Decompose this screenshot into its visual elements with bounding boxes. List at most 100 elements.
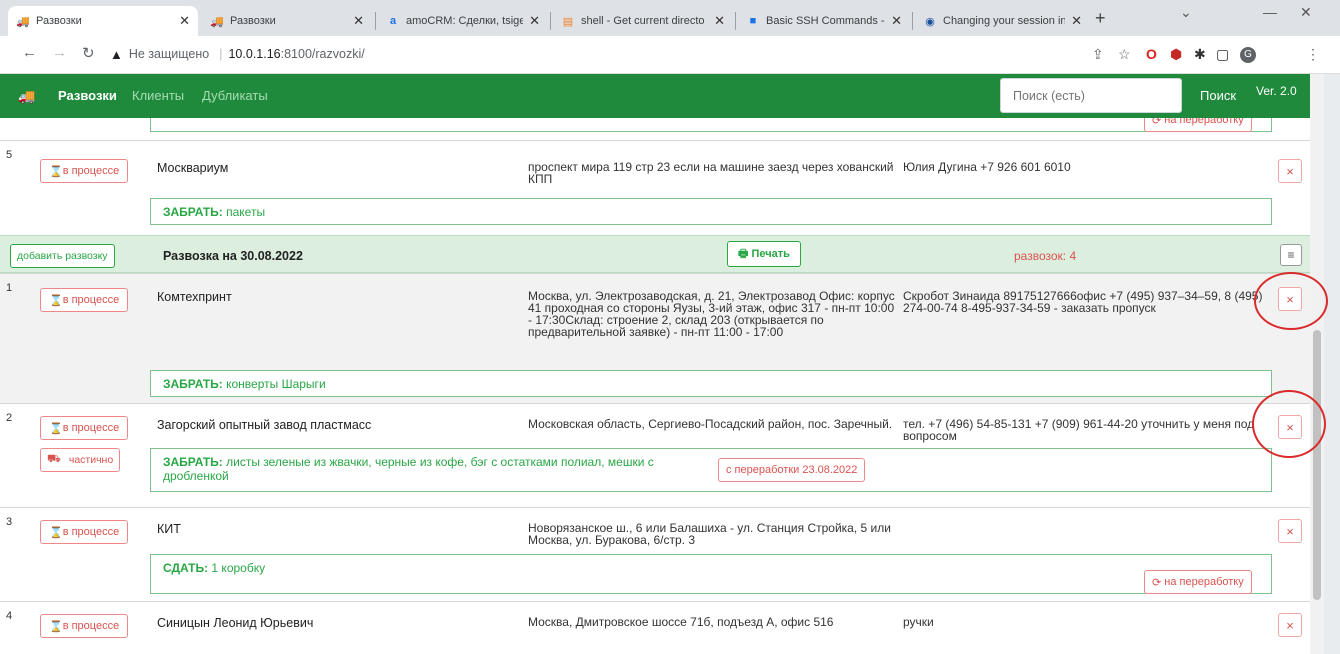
forward-arrow-icon[interactable]: → [52,44,67,61]
nav-brand[interactable]: Развозки [58,88,117,103]
url-host: 10.0.1.16 [228,47,281,61]
tab-title: Changing your session in [943,15,1066,27]
client-name: Москвариум [157,161,229,175]
side-panel-icon[interactable]: ▢ [1216,46,1229,63]
client-contact: Юлия Дугина +7 926 601 6010 [903,160,1071,174]
bookmark-star-icon[interactable]: ☆ [1118,46,1131,63]
delete-button[interactable]: × [1278,159,1302,183]
browser-tab-bar: 🚚 Развозки ✕ 🚚 Развозки ✕ a amoCRM: Сдел… [0,0,1340,36]
client-name: Загорский опытный завод пластмасс [157,418,372,432]
new-tab-icon[interactable]: + [1095,8,1106,29]
opera-extension-icon[interactable]: O [1146,46,1157,62]
back-arrow-icon[interactable]: ← [22,44,37,61]
status-in-progress-button[interactable]: ⌛ в процессе [40,614,129,638]
hourglass-icon: ⌛ [49,526,63,539]
version-label: Ver. 2.0 [1256,84,1297,98]
client-contact: тел. +7 (496) 54-85-131 +7 (909) 961-44-… [903,417,1255,443]
minimize-icon[interactable]: — [1263,4,1277,20]
share-icon[interactable]: ⇪ [1092,46,1104,63]
partial-button[interactable]: ⛟ частично [40,448,121,472]
address-separator: | [219,47,223,61]
rework-button[interactable]: ⟳ на переработку [1144,118,1252,132]
partial-label: частично [68,454,114,466]
client-address: Москва, Дмитровское шоссе 71б, подъезд А… [528,615,834,629]
pick-label: ЗАБРАТЬ: [163,455,223,469]
pick-text: пакеты [226,205,266,219]
status-in-progress-button[interactable]: ⌛ в процессе [40,159,129,183]
close-tab-icon[interactable]: ✕ [529,13,540,29]
close-tab-icon[interactable]: ✕ [1071,13,1082,29]
pick-text: 1 коробку [211,561,266,575]
group-menu-button[interactable]: ≡ [1280,244,1302,266]
delete-button[interactable]: × [1278,613,1302,637]
pick-box: ЗАБРАТЬ: листы зеленые из жвачки, черные… [150,448,1272,492]
status-label: в процессе [62,526,120,538]
row-index: 2 [6,412,13,424]
status-in-progress-button[interactable]: ⌛ в процессе [40,416,129,440]
search-input[interactable] [1000,78,1182,113]
print-icon: 🖶 [738,247,749,260]
hamburger-icon: ≡ [1287,248,1295,262]
status-in-progress-button[interactable]: ⌛ в процессе [40,288,129,312]
status-label: в процессе [62,165,120,177]
truck-logo-icon: 🚚 [18,88,36,104]
hourglass-icon: ⌛ [49,620,63,633]
reload-icon[interactable]: ↻ [82,44,95,62]
extensions-puzzle-icon[interactable]: ✱ [1194,46,1206,63]
truck-icon: 🚚 [16,15,30,28]
scrollbar-thumb[interactable] [1313,330,1321,600]
hourglass-icon: ⌛ [49,165,63,178]
print-button[interactable]: 🖶 Печать [727,241,801,267]
row-index: 1 [6,282,13,294]
nav-link-clients[interactable]: Клиенты [132,88,184,103]
ssh-site-icon: ■ [749,15,757,27]
pick-box: ЗАБРАТЬ: конверты Шарыги [150,370,1272,397]
browser-tab-razvozki-2[interactable]: 🚚 Развозки ✕ [202,6,372,36]
pick-label: ЗАБРАТЬ: [163,205,223,219]
group-title: Развозка на 30.08.2022 [163,249,303,263]
browser-tab-amocrm[interactable]: a amoCRM: Сделки, tsigel ✕ [378,6,548,36]
adblock-extension-icon[interactable]: ⬢ [1170,46,1182,63]
close-window-icon[interactable]: ✕ [1300,4,1312,21]
address-bar[interactable]: ▲ Не защищено | 10.0.1.16:8100/razvozki/ [110,41,1060,67]
browser-menu-icon[interactable]: ⋮ [1306,46,1320,63]
close-icon: × [1286,163,1294,179]
status-in-progress-button[interactable]: ⌛ в процессе [40,520,129,544]
row-index: 4 [6,610,13,622]
close-icon: × [1286,523,1294,539]
warning-triangle-icon[interactable]: ▲ [110,47,123,62]
browser-tab-session[interactable]: ◉ Changing your session in ✕ [915,6,1090,36]
refresh-icon: ⟳ [1152,576,1162,589]
side-panel-edge [1324,74,1340,654]
browser-tab-shell[interactable]: ▤ shell - Get current directo ✕ [553,6,733,36]
status-label: в процессе [62,422,120,434]
close-tab-icon[interactable]: ✕ [179,13,190,29]
rework-label: на переработку [1164,118,1244,126]
close-tab-icon[interactable]: ✕ [353,13,364,29]
add-delivery-button[interactable]: добавить развозку [10,244,115,268]
from-rework-button[interactable]: с переработки 23.08.2022 [718,458,866,482]
browser-tab-razvozki-1[interactable]: 🚚 Развозки ✕ [8,6,198,36]
rework-button[interactable]: ⟳ на переработку [1144,570,1252,594]
print-label: Печать [751,248,790,260]
close-tab-icon[interactable]: ✕ [714,13,725,29]
tab-separator [375,12,376,30]
profile-avatar-icon[interactable]: G [1240,47,1256,63]
pick-text: конверты Шарыги [226,377,326,391]
delete-button[interactable]: × [1278,519,1302,543]
client-contact: ручки [903,615,934,629]
session-site-icon: ◉ [925,15,935,28]
tab-title: Развозки [230,15,276,27]
client-address: Московская область, Сергиево-Посадский р… [528,417,893,431]
refresh-icon: ⟳ [1152,118,1162,127]
row-index: 5 [6,149,13,161]
nav-link-duplicates[interactable]: Дубликаты [202,88,268,103]
razvozki-list: ⟳ на переработку 5 ⌛ в процессе Москвариу… [0,118,1310,654]
search-button[interactable]: Поиск [1200,88,1236,103]
tab-search-chevron-icon[interactable]: ⌄ [1180,4,1192,21]
close-tab-icon[interactable]: ✕ [891,13,902,29]
status-label: в процессе [62,620,120,632]
pick-box: ЗАБРАТЬ: пакеты [150,198,1272,225]
browser-tab-ssh[interactable]: ■ Basic SSH Commands - ✕ [738,6,910,36]
close-icon: × [1286,617,1294,633]
